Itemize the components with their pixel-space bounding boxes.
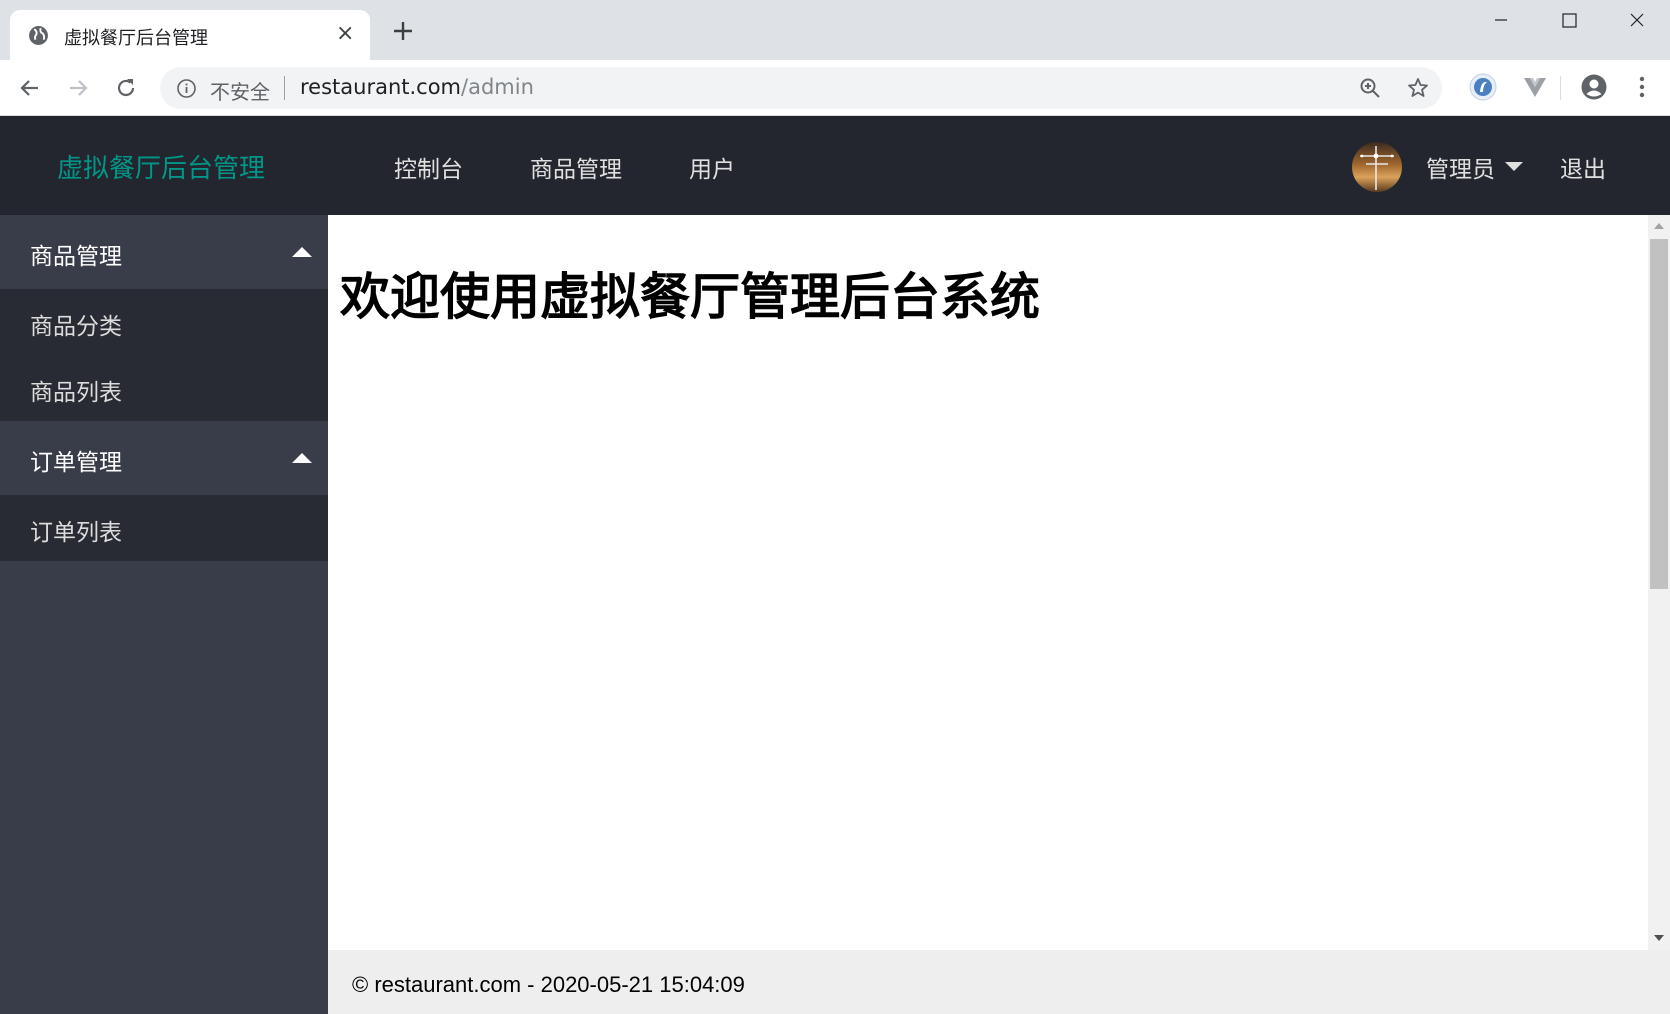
sidebar-item-product-list[interactable]: 商品列表 <box>0 355 328 421</box>
url-path: /admin <box>461 75 534 99</box>
address-separator <box>284 76 285 100</box>
window-close-icon[interactable] <box>1612 6 1662 34</box>
more-menu-icon[interactable] <box>1632 73 1652 101</box>
logout-link[interactable]: 退出 <box>1560 150 1606 184</box>
tab-title: 虚拟餐厅后台管理 <box>64 28 208 49</box>
address-bar[interactable]: 不安全 restaurant.com/admin <box>160 67 1442 109</box>
scroll-up-arrow-icon[interactable] <box>1654 223 1664 229</box>
browser-tab[interactable]: 虚拟餐厅后台管理 × <box>10 10 370 60</box>
footer: © restaurant.com - 2020-05-21 15:04:09 <box>328 950 1670 1014</box>
footer-copyright: © restaurant.com - 2020-05-21 15:04:09 <box>352 972 745 997</box>
reload-icon[interactable] <box>112 74 140 102</box>
vertical-scrollbar[interactable] <box>1648 215 1670 950</box>
zoom-icon[interactable] <box>1358 76 1382 100</box>
profile-icon[interactable] <box>1580 73 1608 101</box>
scrollbar-thumb[interactable] <box>1650 239 1668 589</box>
sidebar-item-order-list[interactable]: 订单列表 <box>0 495 328 561</box>
toolbar-divider <box>1560 76 1561 100</box>
page-title: 欢迎使用虚拟餐厅管理后台系统 <box>340 268 1040 326</box>
url-host: restaurant.com <box>300 75 462 99</box>
forward-arrow-icon[interactable] <box>64 74 92 102</box>
info-icon[interactable] <box>176 78 197 99</box>
sidebar-group-label: 订单管理 <box>30 450 122 476</box>
brand-logo-text[interactable]: 虚拟餐厅后台管理 <box>57 148 265 185</box>
browser-toolbar: 不安全 restaurant.com/admin <box>0 60 1670 116</box>
sidebar-submenu-products: 商品分类 商品列表 <box>0 289 328 421</box>
caret-up-icon <box>292 453 312 463</box>
app-header: 虚拟餐厅后台管理 控制台 商品管理 用户 管理员 退出 <box>0 116 1670 215</box>
extension-blue-icon[interactable] <box>1468 72 1498 102</box>
back-arrow-icon[interactable] <box>16 74 44 102</box>
sidebar-group-label: 商品管理 <box>30 244 122 270</box>
new-tab-icon[interactable] <box>390 18 416 44</box>
sidebar-item-label: 订单列表 <box>30 520 122 546</box>
sidebar-submenu-orders: 订单列表 <box>0 495 328 561</box>
nav-product-management[interactable]: 商品管理 <box>530 150 622 184</box>
scroll-down-arrow-icon[interactable] <box>1654 935 1664 941</box>
globe-icon <box>29 26 48 45</box>
sidebar-group-products[interactable]: 商品管理 <box>0 215 328 289</box>
sidebar: 商品管理 商品分类 商品列表 订单管理 订单列表 <box>0 215 328 1014</box>
caret-up-icon <box>292 247 312 257</box>
tab-close-icon[interactable]: × <box>336 22 354 46</box>
url-text[interactable]: restaurant.com/admin <box>300 75 534 99</box>
main-content: 欢迎使用虚拟餐厅管理后台系统 <box>328 215 1648 950</box>
maximize-icon[interactable] <box>1544 6 1594 34</box>
caret-down-icon[interactable] <box>1505 162 1523 171</box>
bookmark-star-icon[interactable] <box>1406 76 1430 100</box>
sidebar-item-label: 商品列表 <box>30 380 122 406</box>
nav-dashboard[interactable]: 控制台 <box>394 150 463 184</box>
vue-devtools-icon[interactable] <box>1520 72 1550 102</box>
browser-tab-strip: 虚拟餐厅后台管理 × <box>0 0 1670 60</box>
avatar[interactable] <box>1352 142 1402 192</box>
nav-users[interactable]: 用户 <box>689 150 735 184</box>
user-menu-name[interactable]: 管理员 <box>1426 150 1495 184</box>
sidebar-item-label: 商品分类 <box>30 314 122 340</box>
sidebar-item-product-categories[interactable]: 商品分类 <box>0 289 328 355</box>
security-label[interactable]: 不安全 <box>210 76 270 105</box>
sidebar-group-orders[interactable]: 订单管理 <box>0 421 328 495</box>
minimize-icon[interactable] <box>1476 6 1526 34</box>
